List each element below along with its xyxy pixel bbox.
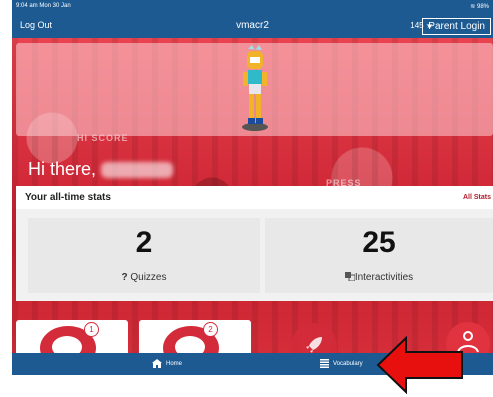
quizzes-card[interactable]: 2 ? Quizzes xyxy=(28,218,260,293)
red-arrow-annotation xyxy=(376,336,463,394)
parent-login-button[interactable]: Parent Login xyxy=(422,18,491,35)
avatar-character[interactable] xyxy=(238,45,272,133)
stats-title: Your all-time stats xyxy=(25,192,111,203)
interactivities-label: Interactivities xyxy=(354,272,414,283)
quizzes-label-row: ? Quizzes xyxy=(28,272,260,283)
stats-panel: Your all-time stats All Stats 2 ? Quizze… xyxy=(16,186,493,301)
interactivity-icon xyxy=(344,272,356,282)
tab-home[interactable]: Home xyxy=(152,359,182,368)
list-icon xyxy=(320,359,329,368)
wifi-icon: ≋ xyxy=(470,4,476,10)
battery-level: 98% xyxy=(476,4,489,10)
interactivities-count: 25 xyxy=(362,226,396,259)
status-right: ≋ 98% xyxy=(470,3,489,10)
tab-home-label: Home xyxy=(166,360,183,367)
username-redacted xyxy=(101,162,174,179)
module-badge-1: 1 xyxy=(84,322,99,337)
quizzes-count: 2 xyxy=(135,226,153,259)
all-stats-link[interactable]: All Stats xyxy=(463,194,491,201)
greeting-text: Hi there, xyxy=(28,159,102,179)
stats-header: Your all-time stats All Stats xyxy=(16,186,493,209)
interactivities-label-row: Interactivities xyxy=(265,272,493,283)
status-time: 9:04 am Mon 30 Jan xyxy=(16,3,71,9)
interactivities-card[interactable]: 25 Interactivities xyxy=(265,218,493,293)
tab-vocabulary-label: Vocabulary xyxy=(333,360,363,367)
question-mark-icon: ? xyxy=(121,272,128,283)
nav-bar: Log Out vmacr2 145 ★ Parent Login xyxy=(12,14,493,38)
module-badge-2: 2 xyxy=(203,322,218,337)
status-bar: 9:04 am Mon 30 Jan ≋ 98% xyxy=(12,0,493,14)
quizzes-label: Quizzes xyxy=(130,272,167,283)
tab-vocabulary[interactable]: Vocabulary xyxy=(320,359,363,368)
app-window: 9:04 am Mon 30 Jan ≋ 98% Log Out vmacr2 … xyxy=(12,0,493,375)
home-icon xyxy=(152,359,162,368)
greeting: Hi there, xyxy=(28,159,174,180)
